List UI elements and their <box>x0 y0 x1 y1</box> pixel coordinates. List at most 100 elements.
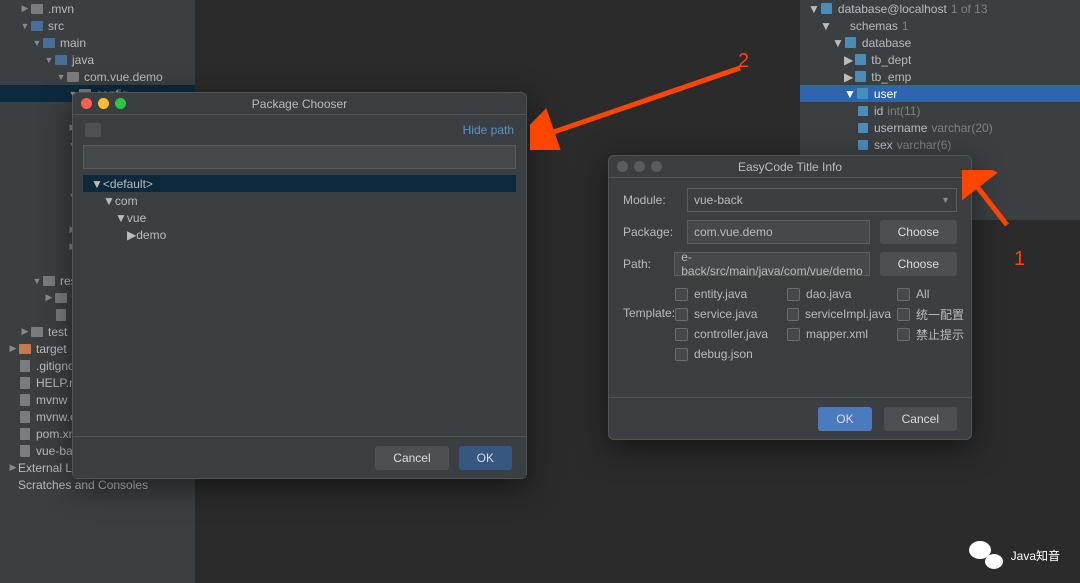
file-icon <box>18 376 32 390</box>
folder-icon <box>42 274 56 288</box>
node-label: test <box>48 325 67 339</box>
chooser-node[interactable]: ▶demo <box>83 226 516 243</box>
db-node[interactable]: idint(11) <box>800 102 1080 119</box>
db-node[interactable]: ▼user <box>800 85 1080 102</box>
chooser-node[interactable]: ▼vue <box>83 209 516 226</box>
project-node[interactable]: ▼com.vue.demo <box>0 68 195 85</box>
checkbox-debug-json[interactable]: debug.json <box>675 344 779 364</box>
choose-package-button[interactable]: Choose <box>880 220 957 244</box>
minimize-icon[interactable] <box>634 161 645 172</box>
node-label: mvnw <box>36 393 67 407</box>
db-node[interactable]: usernamevarchar(20) <box>800 119 1080 136</box>
checkbox-serviceImpl-java[interactable]: serviceImpl.java <box>787 304 891 324</box>
node-label: username <box>874 121 927 135</box>
dialog-titlebar: EasyCode Title Info <box>609 156 971 178</box>
file-icon <box>18 359 32 373</box>
node-label: .mvn <box>48 2 74 16</box>
checkbox-service-java[interactable]: service.java <box>675 304 779 324</box>
checkbox-icon <box>675 288 688 301</box>
checkbox-icon <box>897 308 910 321</box>
annotation-1: 1 <box>1014 248 1025 271</box>
dialog-title: EasyCode Title Info <box>738 160 842 174</box>
node-label: java <box>72 53 94 67</box>
project-node[interactable]: ▶.mvn <box>0 0 195 17</box>
package-tree[interactable]: ▼<default>▼com▼vue▶demo <box>73 169 526 436</box>
node-label: main <box>60 36 86 50</box>
node-label: target <box>36 342 67 356</box>
checkbox-entity-java[interactable]: entity.java <box>675 284 779 304</box>
checkbox--[interactable]: 禁止提示 <box>897 324 967 344</box>
db-node[interactable]: sexvarchar(6) <box>800 136 1080 153</box>
folder-icon <box>18 342 32 356</box>
minimize-icon[interactable] <box>98 98 109 109</box>
checkbox-icon <box>897 288 910 301</box>
maximize-icon[interactable] <box>115 98 126 109</box>
node-label: com.vue.demo <box>84 70 163 84</box>
db-root[interactable]: ▼database@localhost1 of 13 <box>800 0 1080 17</box>
node-label: demo <box>136 228 166 242</box>
db-node[interactable]: ▶tb_dept <box>800 51 1080 68</box>
node-label: tb_emp <box>871 70 911 84</box>
path-field[interactable]: e-back/src/main/java/com/vue/demo <box>674 252 869 276</box>
table-icon <box>844 36 858 50</box>
cancel-button[interactable]: Cancel <box>884 407 957 431</box>
checkbox-controller-java[interactable]: controller.java <box>675 324 779 344</box>
chevron-down-icon: ▼ <box>941 195 950 205</box>
package-chooser-dialog: Package Chooser Hide path ▼<default>▼com… <box>72 92 527 479</box>
folder-icon <box>30 19 44 33</box>
package-field[interactable]: com.vue.demo <box>687 220 870 244</box>
checkbox-dao-java[interactable]: dao.java <box>787 284 891 304</box>
file-icon <box>18 393 32 407</box>
checkbox-icon <box>675 308 688 321</box>
path-input[interactable] <box>83 145 516 169</box>
node-label: sex <box>874 138 893 152</box>
checkbox-icon <box>675 328 688 341</box>
file-icon <box>18 444 32 458</box>
node-label: com <box>115 194 138 208</box>
checkbox-mapper-xml[interactable]: mapper.xml <box>787 324 891 344</box>
column-icon <box>856 121 870 135</box>
arrow-2 <box>530 60 750 150</box>
cancel-button[interactable]: Cancel <box>375 446 448 470</box>
project-node[interactable]: ▼main <box>0 34 195 51</box>
module-label: Module: <box>623 193 687 207</box>
dialog-titlebar: Package Chooser <box>73 93 526 115</box>
choose-path-button[interactable]: Choose <box>880 252 957 276</box>
checkbox-icon <box>675 348 688 361</box>
table-icon <box>853 53 867 67</box>
maximize-icon[interactable] <box>651 161 662 172</box>
folder-icon <box>30 2 44 16</box>
db-node[interactable]: ▼database <box>800 34 1080 51</box>
project-node[interactable]: ▼java <box>0 51 195 68</box>
node-label: user <box>874 87 897 101</box>
close-icon[interactable] <box>81 98 92 109</box>
hide-path-link[interactable]: Hide path <box>463 123 514 137</box>
watermark: Java知音 <box>969 541 1060 569</box>
checkbox-All[interactable]: All <box>897 284 967 304</box>
column-icon <box>856 104 870 118</box>
checkbox-icon <box>787 308 799 321</box>
db-node[interactable]: ▼schemas1 <box>800 17 1080 34</box>
wechat-icon <box>969 541 1003 569</box>
folder-icon <box>832 19 846 33</box>
checkbox-icon <box>787 328 800 341</box>
node-label: vue <box>127 211 146 225</box>
close-icon[interactable] <box>617 161 628 172</box>
node-label: id <box>874 104 883 118</box>
chooser-node[interactable]: ▼com <box>83 192 516 209</box>
db-node[interactable]: ▶tb_emp <box>800 68 1080 85</box>
project-node[interactable]: ▼src <box>0 17 195 34</box>
module-select[interactable]: vue-back▼ <box>687 188 957 212</box>
checkbox--[interactable]: 统一配置 <box>897 304 967 324</box>
template-label: Template: <box>623 284 675 320</box>
checkbox-icon <box>897 328 910 341</box>
new-folder-icon[interactable] <box>85 123 101 137</box>
folder-icon <box>30 325 44 339</box>
table-icon <box>856 87 870 101</box>
ok-button[interactable]: OK <box>459 446 512 470</box>
chooser-node[interactable]: ▼<default> <box>83 175 516 192</box>
ok-button[interactable]: OK <box>818 407 871 431</box>
column-icon <box>856 138 870 152</box>
package-label: Package: <box>623 225 687 239</box>
dialog-title: Package Chooser <box>252 97 347 111</box>
